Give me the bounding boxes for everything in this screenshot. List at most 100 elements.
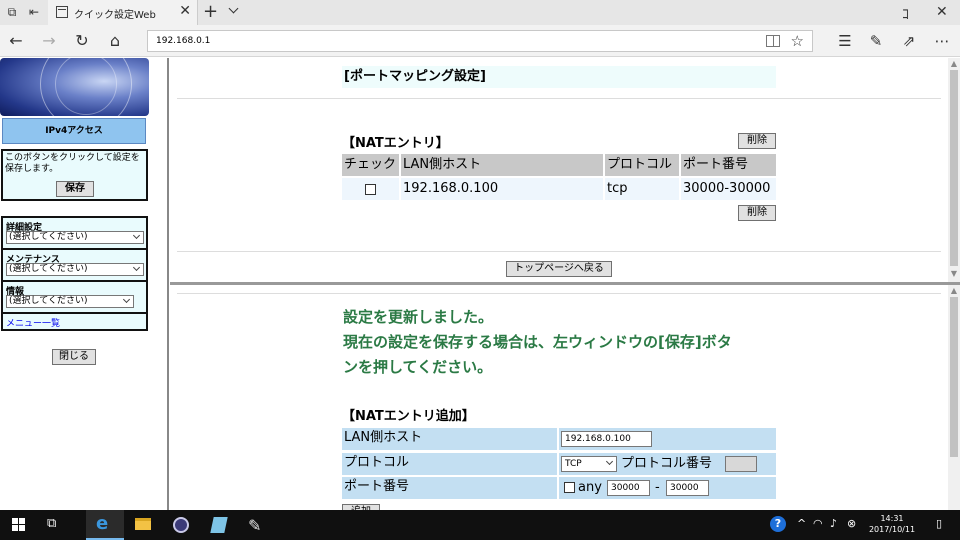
col-header-port: ポート番号 <box>681 154 776 176</box>
bottom-frame-scrollbar[interactable]: ▲ <box>948 285 960 510</box>
globe-banner <box>0 58 149 116</box>
clock[interactable]: 14:31 2017/10/11 <box>862 513 922 535</box>
app-icon <box>173 517 189 533</box>
address-bar: ← → ↻ ⌂ 192.168.0.1 ☆ ☰ ✎ ⇗ ⋯ <box>0 25 960 57</box>
col-header-check: チェック <box>342 154 399 176</box>
port-label: ポート番号 <box>342 477 557 499</box>
frame-border[interactable] <box>167 58 169 510</box>
paint-icon: ✎ <box>248 516 262 535</box>
divider <box>177 98 941 99</box>
show-hidden-icons-icon[interactable]: ^ <box>797 517 806 530</box>
forward-icon[interactable]: → <box>38 31 60 51</box>
tab-title: クイック設定Web <box>74 10 156 21</box>
scroll-thumb[interactable] <box>950 70 958 266</box>
form-row-lan-host: LAN側ホスト <box>342 428 776 450</box>
port-from-input[interactable] <box>607 480 650 496</box>
clock-time: 14:31 <box>880 514 904 523</box>
close-button[interactable]: 閉じる <box>52 349 96 365</box>
save-button[interactable]: 保存 <box>56 181 94 197</box>
col-header-protocol: プロトコル <box>605 154 679 176</box>
tab-list-icon[interactable]: ⧉ <box>4 4 20 20</box>
minimize-icon[interactable]: ｺ <box>902 4 909 24</box>
taskbar-app[interactable] <box>162 510 200 540</box>
taskbar: ⧉ e ✎ ? ^ ◠ ♪ ⊗ 14:31 2017/10/11 ▯ <box>0 510 960 540</box>
refresh-icon[interactable]: ↻ <box>71 31 93 51</box>
scroll-up-icon[interactable]: ▲ <box>950 287 958 295</box>
volume-icon[interactable]: ♪ <box>830 517 837 530</box>
divider <box>177 293 941 294</box>
url-text: 192.168.0.1 <box>156 36 211 46</box>
top-frame-scrollbar[interactable]: ▲ ▼ <box>948 58 960 282</box>
any-checkbox[interactable] <box>564 482 575 493</box>
delete-button-top[interactable]: 削除 <box>738 133 776 149</box>
favorite-star-icon[interactable]: ☆ <box>791 32 804 50</box>
divider <box>177 251 941 252</box>
scroll-thumb[interactable] <box>950 297 958 457</box>
close-window-icon[interactable]: ✕ <box>936 4 948 20</box>
chevron-down-icon <box>122 295 131 304</box>
taskbar-explorer[interactable] <box>124 510 162 540</box>
protocol-select[interactable]: TCP <box>561 456 617 472</box>
share-icon[interactable]: ⇗ <box>898 31 920 51</box>
delete-button-bottom[interactable]: 削除 <box>738 205 776 221</box>
more-icon[interactable]: ⋯ <box>931 31 953 51</box>
protocol-label: プロトコル <box>342 453 557 475</box>
nat-entry-title: 【NATエントリ】 <box>342 136 449 151</box>
reading-view-icon[interactable] <box>766 35 780 47</box>
close-icon[interactable]: ✕ <box>179 3 191 19</box>
back-tabs-icon[interactable]: ⇤ <box>26 4 42 20</box>
save-panel: このボタンをクリックして設定を保存します。 保存 <box>1 149 148 201</box>
lan-host-input[interactable] <box>561 431 652 447</box>
taskbar-notepad[interactable] <box>200 510 238 540</box>
clock-date: 2017/10/11 <box>868 525 916 534</box>
notification-x-icon[interactable]: ⊗ <box>847 517 856 530</box>
taskbar-edge[interactable]: e <box>86 510 124 540</box>
entry-checkbox[interactable] <box>365 184 376 195</box>
message-line: 現在の設定を保存する場合は、左ウィンドウの[保存]ボタ <box>343 333 732 351</box>
form-row-protocol: プロトコル TCP プロトコル番号 <box>342 453 776 475</box>
taskbar-paint[interactable]: ✎ <box>238 510 276 540</box>
divider <box>3 248 146 250</box>
browser-titlebar: ⧉ ⇤ クイック設定Web ✕ + ｺ ✕ <box>0 0 960 25</box>
divider <box>3 280 146 282</box>
ipv4-access-label[interactable]: IPv4アクセス <box>2 118 146 144</box>
info-select[interactable]: (選択してください) <box>6 295 134 308</box>
chevron-down-icon <box>132 263 141 272</box>
form-row-port: ポート番号 any - <box>342 477 776 499</box>
maintenance-select[interactable]: (選択してください) <box>6 263 144 276</box>
nat-list-frame: [ポートマッピング設定] 【NATエントリ】 削除 チェック LAN側ホスト プ… <box>170 58 948 282</box>
back-to-top-button[interactable]: トップページへ戻る <box>506 261 612 277</box>
col-header-lan-host: LAN側ホスト <box>401 154 603 176</box>
protocol-number-label: プロトコル番号 <box>621 456 713 471</box>
table-row-check <box>342 178 399 200</box>
port-to-input[interactable] <box>666 480 709 496</box>
action-center-icon[interactable]: ▯ <box>936 517 942 530</box>
protocol-number-input[interactable] <box>725 456 757 472</box>
tab-menu-icon[interactable] <box>229 5 239 15</box>
help-icon[interactable]: ? <box>770 516 786 532</box>
hub-icon[interactable]: ☰ <box>834 31 856 51</box>
browser-tab[interactable]: クイック設定Web ✕ <box>48 0 198 25</box>
scroll-up-icon[interactable]: ▲ <box>950 60 958 68</box>
menu-panel: 詳細設定 (選択してください) メンテナンス (選択してください) 情報 (選択… <box>1 216 148 331</box>
task-view-icon: ⧉ <box>47 516 57 531</box>
nat-add-title: 【NATエントリ追加】 <box>342 409 475 424</box>
windows-logo-icon <box>12 518 26 532</box>
notes-icon[interactable]: ✎ <box>865 31 887 51</box>
task-view-button[interactable]: ⧉ <box>38 510 76 540</box>
port-separator: - <box>655 480 660 495</box>
url-field[interactable]: 192.168.0.1 ☆ <box>147 30 813 52</box>
folder-icon <box>135 518 151 530</box>
new-tab-icon[interactable]: + <box>203 1 218 22</box>
network-icon[interactable]: ◠ <box>813 517 823 530</box>
advanced-settings-select[interactable]: (選択してください) <box>6 231 144 244</box>
start-button[interactable] <box>0 510 38 540</box>
back-icon[interactable]: ← <box>5 31 27 51</box>
edge-icon: e <box>96 513 109 534</box>
home-icon[interactable]: ⌂ <box>104 31 126 51</box>
menu-list-link[interactable]: メニュー一覧 <box>6 316 60 329</box>
update-message: 設定を更新しました。 現在の設定を保存する場合は、左ウィンドウの[保存]ボタ ン… <box>343 305 783 380</box>
table-cell-protocol: tcp <box>605 178 679 200</box>
scroll-down-icon[interactable]: ▼ <box>950 270 958 278</box>
message-line: ンを押してください。 <box>343 358 493 376</box>
